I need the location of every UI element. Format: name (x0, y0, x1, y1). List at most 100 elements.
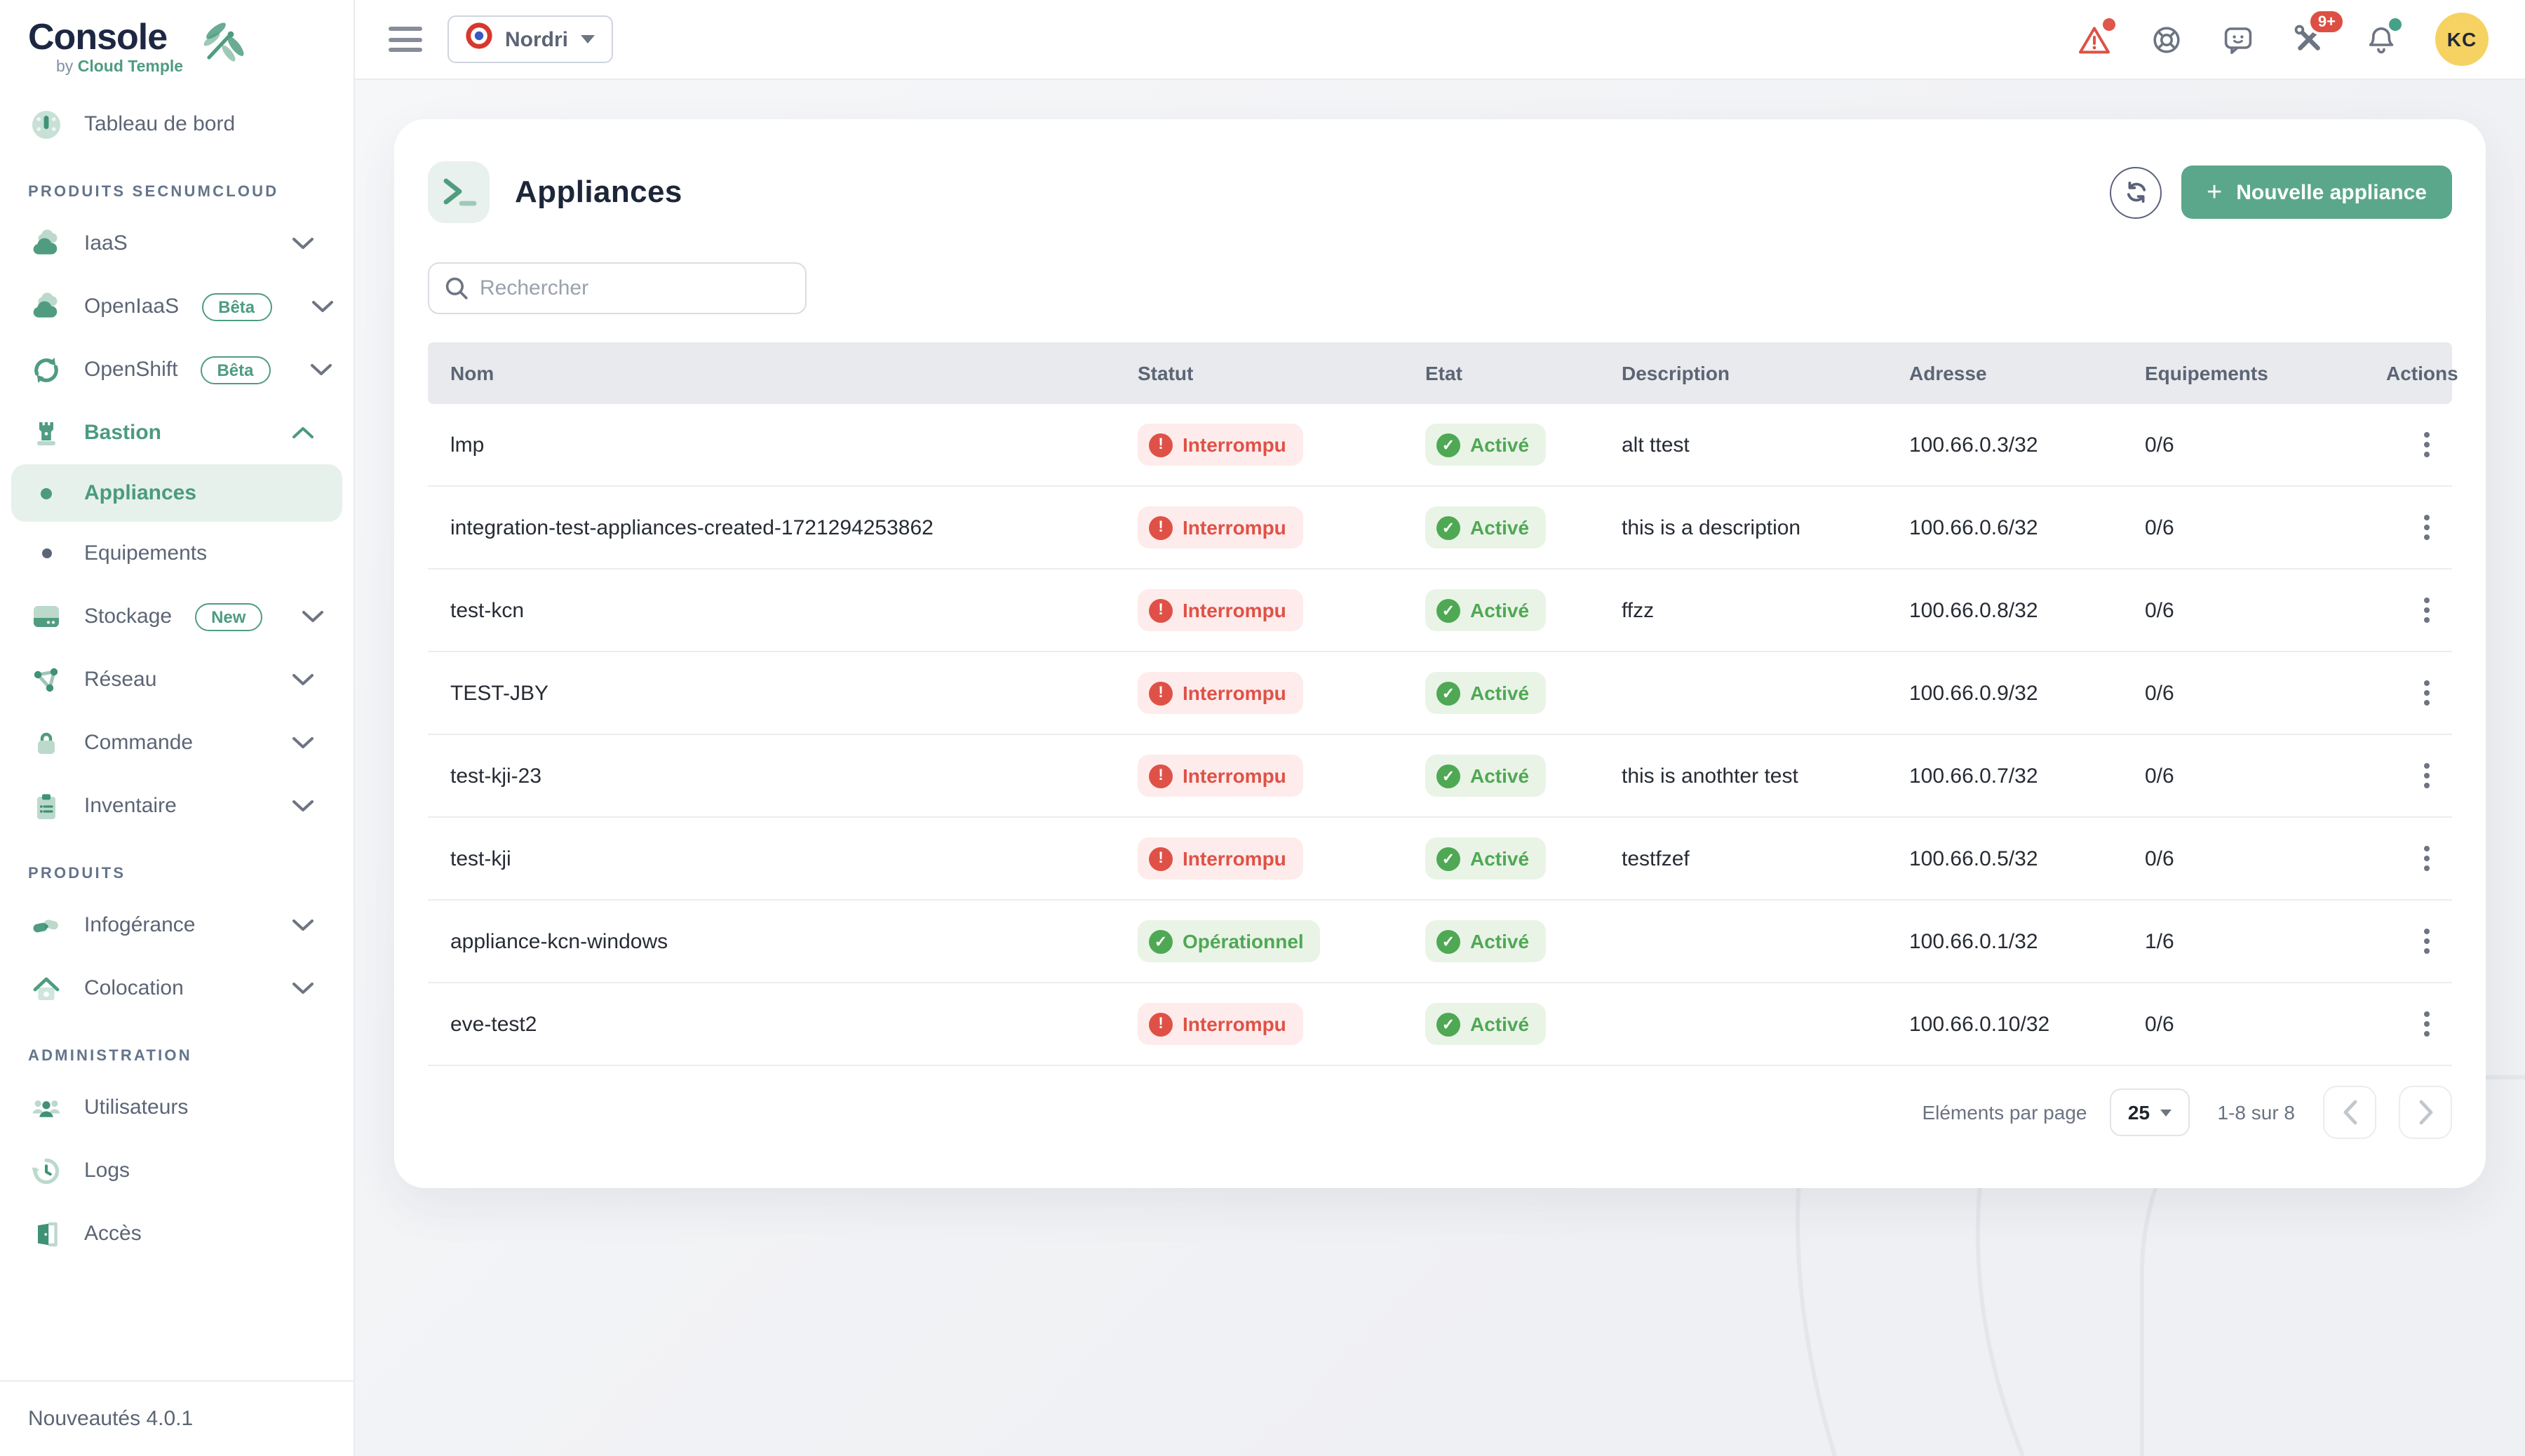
tools-button[interactable]: 9+ (2292, 22, 2326, 56)
hamburger-menu-icon[interactable] (389, 27, 422, 52)
roundel-icon (466, 22, 492, 56)
feedback-button[interactable] (2221, 22, 2254, 56)
shopping-bag-icon (31, 727, 62, 758)
sidebar: Console by Cloud Temple (0, 0, 355, 1456)
sidebar-item-openiaas[interactable]: OpenIaaS Bêta (0, 275, 354, 338)
status-icon (1149, 433, 1173, 457)
state-badge: Activé (1425, 672, 1546, 714)
state-icon (1436, 764, 1460, 788)
sidebar-item-infogerance[interactable]: Infogérance (0, 894, 354, 957)
cell-address: 100.66.0.5/32 (1887, 847, 2122, 870)
column-header-description[interactable]: Description (1599, 362, 1887, 384)
beta-badge: Bêta (200, 356, 270, 384)
refresh-button[interactable] (2110, 166, 2162, 218)
cell-equipment: 0/6 (2122, 764, 2364, 788)
state-icon (1436, 929, 1460, 953)
clipboard-icon (31, 790, 62, 821)
user-avatar[interactable]: KC (2435, 13, 2489, 66)
table-row[interactable]: test-kji-23 Interrompu Activé this is an… (428, 735, 2452, 818)
section-title-administration: ADMINISTRATION (0, 1020, 354, 1076)
new-badge: New (194, 602, 262, 631)
sidebar-item-iaas[interactable]: IaaS (0, 212, 354, 275)
row-actions-button[interactable] (2403, 917, 2451, 965)
sidebar-item-logs[interactable]: Logs (0, 1139, 354, 1202)
column-header-statut[interactable]: Statut (1115, 362, 1403, 384)
search-input[interactable] (428, 262, 807, 314)
sidebar-item-openshift[interactable]: OpenShift Bêta (0, 338, 354, 401)
next-page-button[interactable] (2399, 1086, 2452, 1139)
release-notes-link[interactable]: Nouveautés 4.0.1 (0, 1380, 354, 1456)
sidebar-item-inventaire[interactable]: Inventaire (0, 774, 354, 837)
table-row[interactable]: appliance-kcn-windows Opérationnel Activ… (428, 901, 2452, 983)
notifications-button[interactable] (2364, 22, 2397, 56)
column-header-equipements[interactable]: Equipements (2122, 362, 2364, 384)
status-label: Interrompu (1183, 1013, 1286, 1035)
sidebar-item-dashboard[interactable]: Tableau de bord (0, 93, 354, 156)
content-area: Appliances Nouvelle appliance (355, 80, 2525, 1456)
table-row[interactable]: TEST-JBY Interrompu Activé 100.66.0.9/32… (428, 652, 2452, 735)
table-row[interactable]: lmp Interrompu Activé alt ttest 100.66.0… (428, 404, 2452, 487)
alert-dot-badge (2103, 18, 2115, 31)
per-page-select[interactable]: 25 (2110, 1088, 2190, 1136)
table-row[interactable]: integration-test-appliances-created-1721… (428, 487, 2452, 569)
state-badge: Activé (1425, 920, 1546, 962)
chevron-up-icon (292, 420, 314, 445)
cell-equipment: 1/6 (2122, 929, 2364, 953)
new-appliance-button[interactable]: Nouvelle appliance (2181, 166, 2452, 219)
sidebar-item-acces[interactable]: Accès (0, 1202, 354, 1265)
chevron-down-icon (292, 231, 314, 256)
state-icon (1436, 847, 1460, 870)
status-icon (1149, 681, 1173, 705)
row-actions-button[interactable] (2403, 504, 2451, 551)
sidebar-item-label: Tableau de bord (84, 112, 235, 136)
cell-description: this is a description (1599, 515, 1887, 539)
search-icon (443, 275, 470, 309)
sidebar-item-label: Bastion (84, 421, 161, 445)
state-label: Activé (1470, 930, 1529, 952)
sidebar-subitem-equipements[interactable]: Equipements (0, 522, 354, 585)
table-header: Nom Statut Etat Description Adresse Equi… (428, 342, 2452, 404)
alerts-button[interactable] (2078, 22, 2111, 56)
support-button[interactable] (2149, 22, 2183, 56)
gauge-icon (31, 109, 62, 140)
state-label: Activé (1470, 433, 1529, 456)
row-actions-button[interactable] (2403, 421, 2451, 469)
server-icon (31, 601, 62, 632)
castle-icon (31, 417, 62, 448)
table-row[interactable]: eve-test2 Interrompu Activé 100.66.0.10/… (428, 983, 2452, 1066)
table-row[interactable]: test-kcn Interrompu Activé ffzz 100.66.0… (428, 569, 2452, 652)
row-actions-button[interactable] (2403, 835, 2451, 882)
row-actions-button[interactable] (2403, 752, 2451, 800)
sidebar-item-utilisateurs[interactable]: Utilisateurs (0, 1076, 354, 1139)
sidebar-item-label: Equipements (84, 541, 207, 565)
previous-page-button[interactable] (2323, 1086, 2376, 1139)
sync-icon (2123, 180, 2148, 205)
sidebar-item-reseau[interactable]: Réseau (0, 648, 354, 711)
row-actions-button[interactable] (2403, 669, 2451, 717)
column-header-adresse[interactable]: Adresse (1887, 362, 2122, 384)
sidebar-subitem-appliances[interactable]: Appliances (11, 464, 342, 522)
state-icon (1436, 681, 1460, 705)
pagination-range: 1-8 sur 8 (2218, 1101, 2296, 1124)
status-label: Opérationnel (1183, 930, 1304, 952)
sidebar-item-stockage[interactable]: Stockage New (0, 585, 354, 648)
notification-dot-badge (2389, 18, 2402, 31)
sidebar-item-bastion[interactable]: Bastion (0, 401, 354, 464)
cell-name: lmp (428, 433, 1115, 457)
status-badge: Interrompu (1138, 755, 1303, 797)
status-label: Interrompu (1183, 433, 1286, 456)
row-actions-button[interactable] (2403, 586, 2451, 634)
cell-address: 100.66.0.3/32 (1887, 433, 2122, 457)
tenant-selector[interactable]: Nordri (447, 15, 613, 63)
state-badge: Activé (1425, 1003, 1546, 1045)
column-header-etat[interactable]: Etat (1403, 362, 1599, 384)
table-row[interactable]: test-kji Interrompu Activé testfzef 100.… (428, 818, 2452, 901)
column-header-nom[interactable]: Nom (428, 362, 1115, 384)
sidebar-item-label: Réseau (84, 668, 156, 692)
sidebar-item-colocation[interactable]: Colocation (0, 957, 354, 1020)
chevron-down-icon (302, 604, 324, 629)
sidebar-item-commande[interactable]: Commande (0, 711, 354, 774)
row-actions-button[interactable] (2403, 1000, 2451, 1048)
cell-description: ffzz (1599, 598, 1887, 622)
status-label: Interrompu (1183, 682, 1286, 704)
